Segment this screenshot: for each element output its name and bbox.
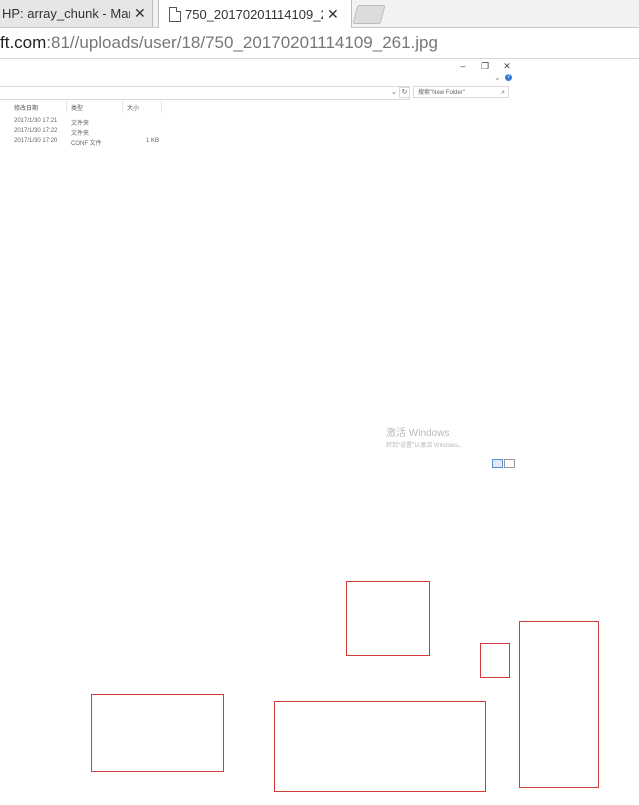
tab-title: 750_20170201114109_261.jpg xyxy=(185,6,323,22)
help-icon[interactable]: ? xyxy=(505,74,512,81)
search-icon: ⌕ xyxy=(501,89,505,96)
row-date: 2017/1/30 17:20 xyxy=(14,138,58,144)
address-bar[interactable]: ft.com:81//uploads/user/18/750_201702011… xyxy=(0,28,639,59)
column-divider[interactable] xyxy=(66,99,67,113)
maximize-button[interactable]: ❐ xyxy=(474,61,496,72)
tab-array-chunk[interactable]: HP: array_chunk - Manu ✕ xyxy=(0,0,153,27)
tab-title: HP: array_chunk - Manu xyxy=(2,6,130,21)
activation-watermark: 激活 Windows 转到"设置"以激活 Windows。 xyxy=(386,424,464,449)
details-view-icon[interactable] xyxy=(492,459,503,468)
annotation-box xyxy=(346,581,430,656)
close-icon[interactable]: ✕ xyxy=(327,6,339,23)
tab-strip: HP: array_chunk - Manu ✕ 750_20170201114… xyxy=(0,0,639,28)
column-divider[interactable] xyxy=(161,99,162,113)
url-text[interactable]: ft.com:81//uploads/user/18/750_201702011… xyxy=(0,33,438,53)
minimize-button[interactable]: – xyxy=(452,61,474,71)
chevron-down-icon[interactable]: ⌄ xyxy=(494,73,501,82)
row-date: 2017/1/30 17:22 xyxy=(14,128,58,134)
row-type: 文件夹 xyxy=(71,121,90,127)
close-icon[interactable]: ✕ xyxy=(134,5,146,22)
row-size: 1 KB xyxy=(146,138,160,144)
document-icon xyxy=(169,6,181,22)
column-modified[interactable]: 修改日期 xyxy=(14,103,38,112)
annotation-box xyxy=(519,621,599,788)
url-path: :81//uploads/user/18/750_20170201114109_… xyxy=(46,33,438,52)
row-type: CONF 文件 xyxy=(71,141,102,147)
activation-subtitle: 转到"设置"以激活 Windows。 xyxy=(386,443,465,449)
search-input[interactable]: 搜索"New Folder" ⌕ xyxy=(413,86,509,98)
new-tab-button[interactable] xyxy=(352,5,386,24)
path-bar[interactable] xyxy=(0,86,410,100)
annotation-box xyxy=(480,643,510,678)
column-size[interactable]: 大小 xyxy=(127,103,139,112)
column-divider[interactable] xyxy=(122,99,123,113)
activation-title: 激活 Windows xyxy=(386,428,450,439)
url-host: ft.com xyxy=(0,33,47,52)
view-toggle xyxy=(492,455,516,473)
column-type[interactable]: 类型 xyxy=(71,103,83,112)
annotation-box xyxy=(274,701,486,792)
tab-image[interactable]: 750_20170201114109_261.jpg ✕ xyxy=(158,0,352,28)
close-button[interactable]: ✕ xyxy=(496,61,518,72)
refresh-icon[interactable]: ↻ xyxy=(399,87,410,98)
chevron-down-icon[interactable]: ⌄ xyxy=(391,88,397,96)
window-controls: – ❐ ✕ xyxy=(452,61,518,72)
row-type: 文件夹 xyxy=(71,131,90,137)
search-placeholder: 搜索"New Folder" xyxy=(418,90,465,96)
large-icons-view-icon[interactable] xyxy=(504,459,515,468)
row-date: 2017/1/30 17:21 xyxy=(14,118,58,124)
annotation-box xyxy=(91,694,224,772)
